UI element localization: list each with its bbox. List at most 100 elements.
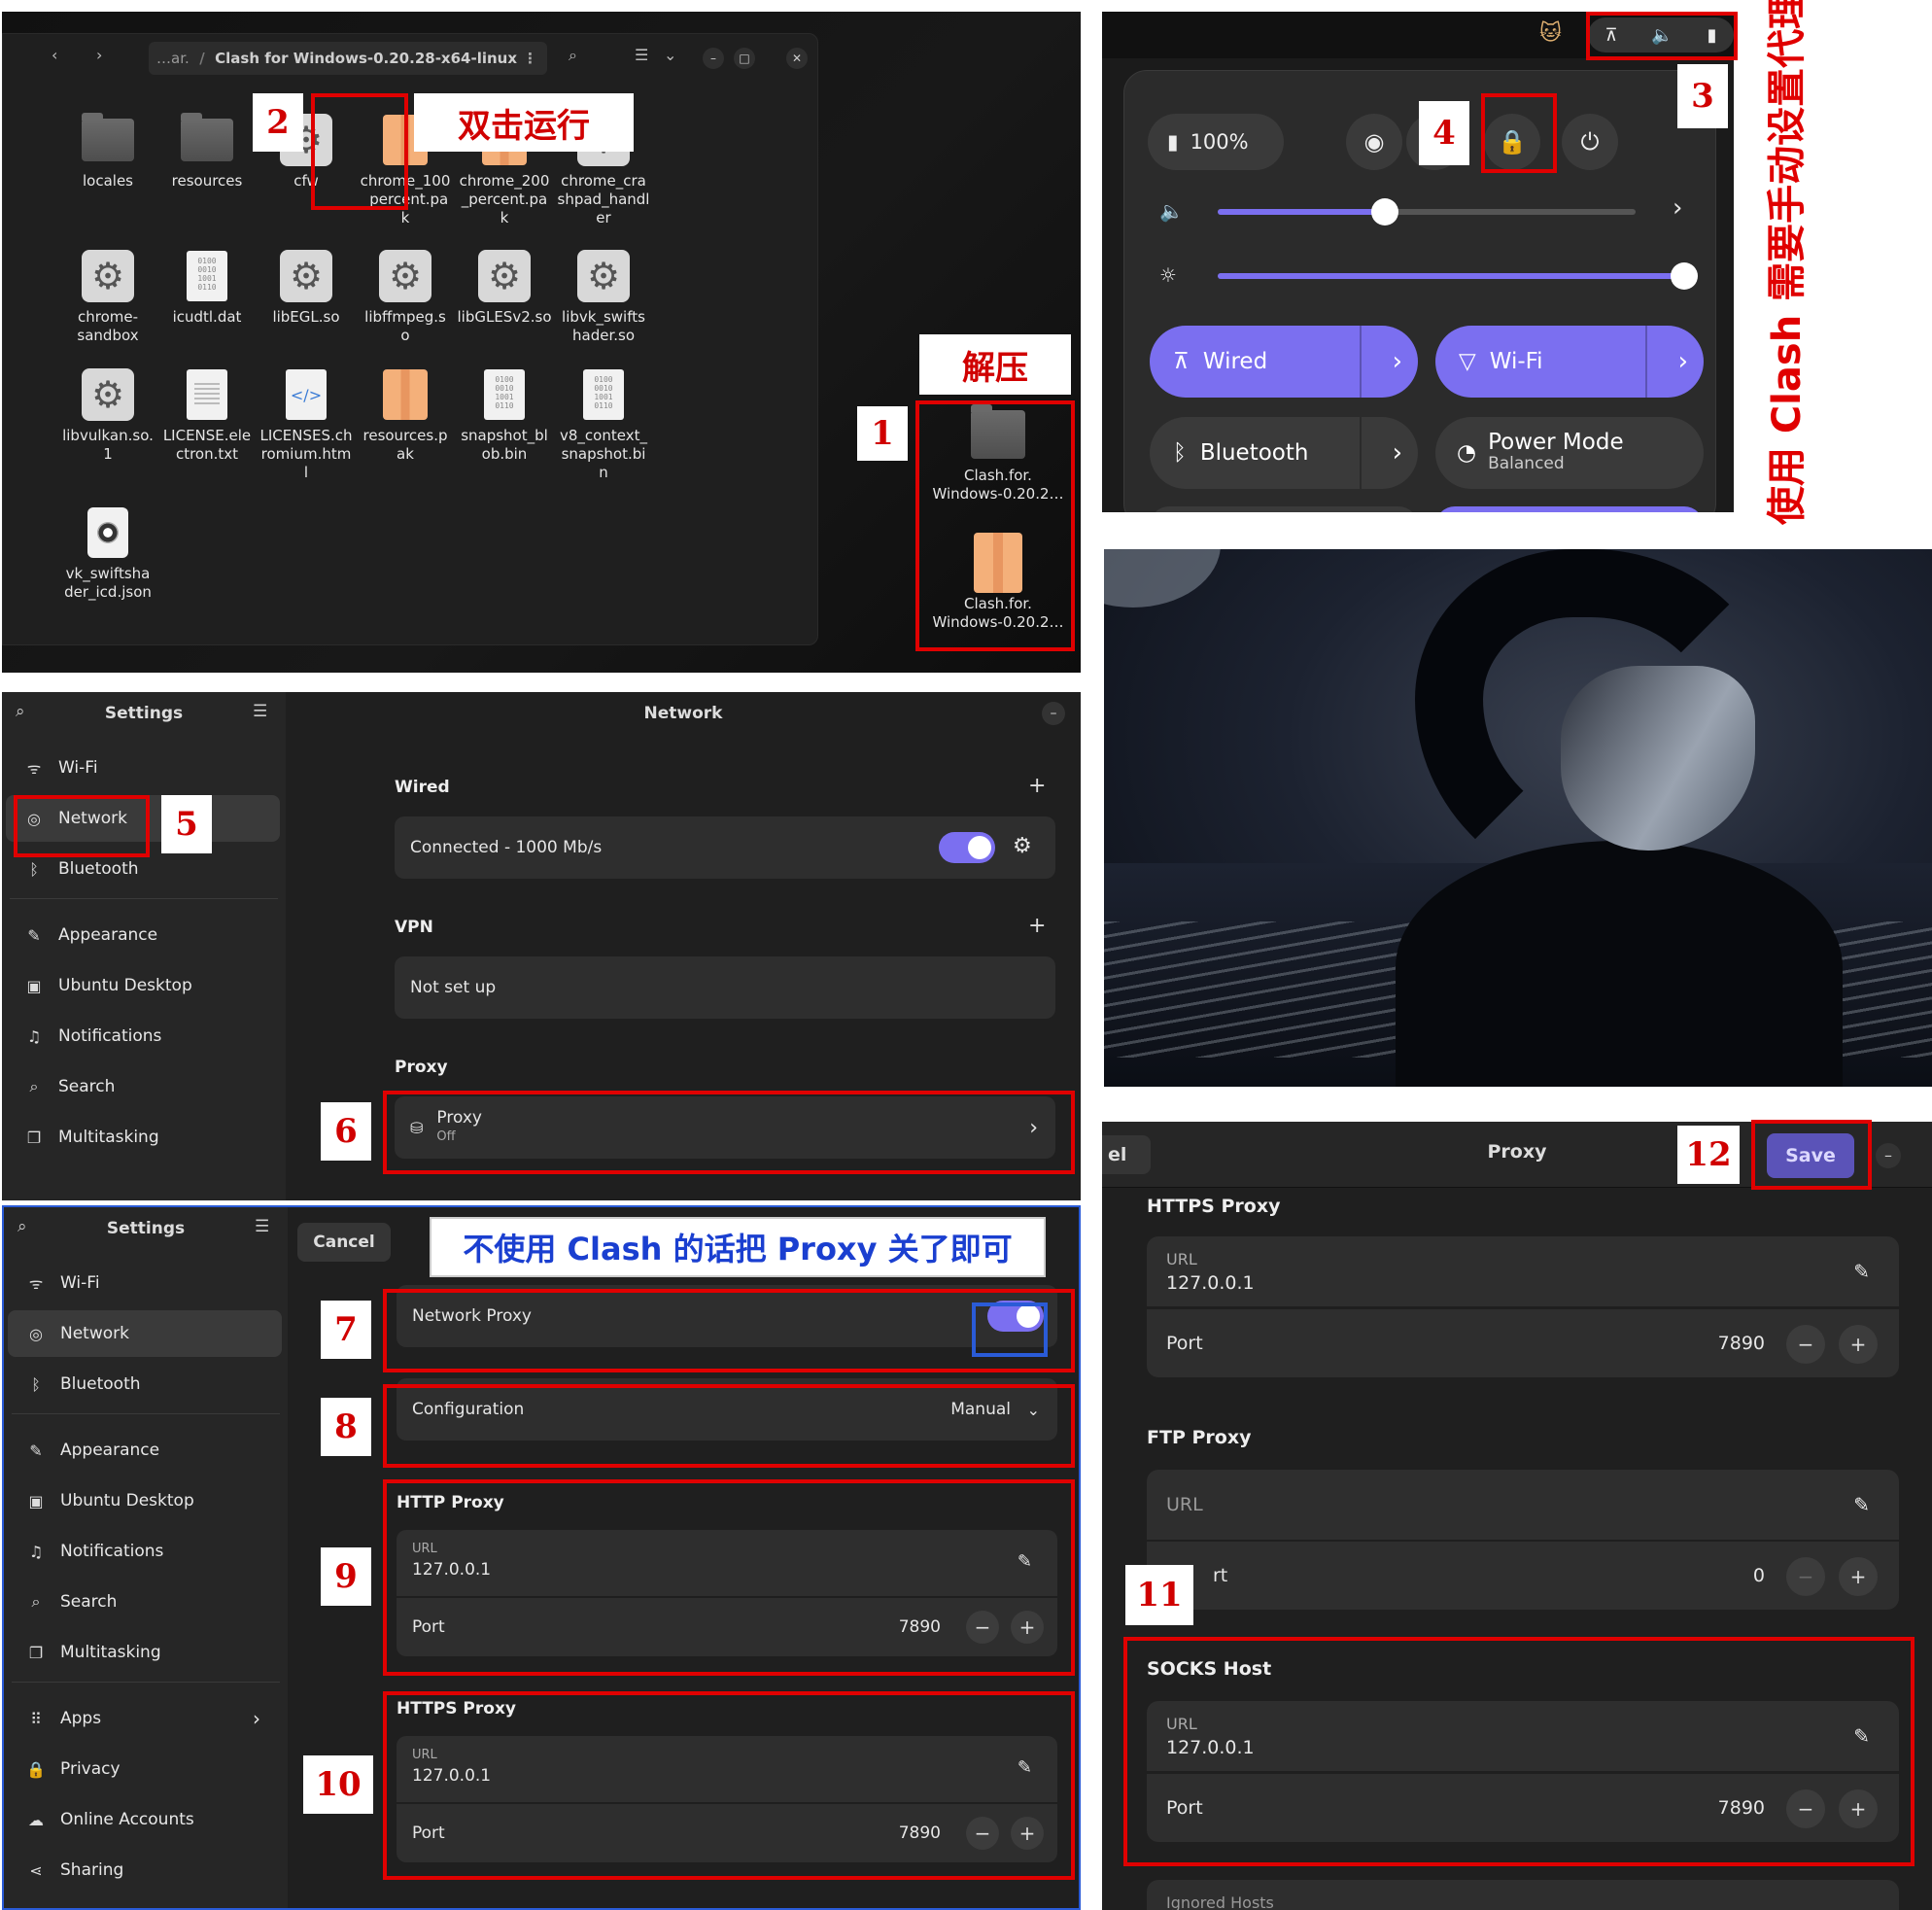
sidebar-item-bluetooth[interactable]: ᛒ Bluetooth xyxy=(8,1361,282,1407)
list-view-icon[interactable]: ☰ xyxy=(635,46,648,64)
add-vpn-icon[interactable]: + xyxy=(1028,914,1046,938)
brightness-slider-knob[interactable] xyxy=(1671,262,1698,290)
hamburger-menu-icon[interactable]: ☰ xyxy=(255,1217,269,1236)
sidebar-item-online-accounts[interactable]: ☁ Online Accounts xyxy=(8,1796,282,1843)
appearance-icon: ✎ xyxy=(27,925,41,945)
ftp-port-value[interactable]: 0 xyxy=(1753,1565,1765,1586)
sidebar-item-ubuntu-desktop[interactable]: ▣ Ubuntu Desktop xyxy=(6,962,280,1009)
https-port-increment-button[interactable]: + xyxy=(1839,1325,1878,1364)
wired-connection-row[interactable]: Connected - 1000 Mb/s ⚙ xyxy=(395,816,1055,879)
highlight-https-proxy xyxy=(383,1691,1075,1880)
json-icon xyxy=(81,506,135,559)
sidebar-item-search[interactable]: ⌕ Search xyxy=(6,1063,280,1110)
wired-tile[interactable]: ⊼ Wired › xyxy=(1150,326,1418,398)
ftp-url-row[interactable]: URL ✎ xyxy=(1147,1470,1899,1540)
search-icon[interactable]: ⌕ xyxy=(569,46,577,65)
sidebar-item-label: Notifications xyxy=(60,1542,164,1561)
cancel-button[interactable]: Cancel xyxy=(297,1223,391,1262)
ignored-hosts-row[interactable]: Ignored Hosts xyxy=(1147,1880,1899,1910)
brightness-slider[interactable] xyxy=(1218,262,1698,290)
settings-sidebar: Settings ⌕ ☰ ᯤ Wi-Fi ◎ Network ᛒ Bluetooth ✎ Ap… xyxy=(4,1207,288,1908)
sidebar-item-notifications[interactable]: ♫ Notifications xyxy=(6,1013,280,1059)
file-item[interactable]: ⚙ libvk_swifts hader.so xyxy=(545,250,662,345)
sidebar-divider xyxy=(10,898,278,899)
sidebar-item-privacy[interactable]: 🔒 Privacy xyxy=(8,1746,282,1792)
wifi-expand-chevron-icon[interactable]: › xyxy=(1678,347,1688,376)
https-url-row[interactable]: URL 127.0.0.1 ✎ xyxy=(1147,1236,1899,1306)
wifi-tile[interactable]: ▽ Wi-Fi › xyxy=(1435,326,1704,398)
search-icon[interactable]: ⌕ xyxy=(16,702,25,721)
highlight-cfw xyxy=(311,93,408,210)
power-mode-tile[interactable]: ◔ Power Mode Balanced xyxy=(1435,417,1704,489)
close-icon[interactable]: ✕ xyxy=(786,48,808,69)
bluetooth-expand-chevron-icon[interactable]: › xyxy=(1393,438,1402,468)
search-icon[interactable]: ⌕ xyxy=(17,1217,27,1236)
bluetooth-tile[interactable]: ᛒ Bluetooth › xyxy=(1150,417,1418,489)
bluetooth-icon: ᛒ xyxy=(31,1374,41,1394)
file-item[interactable]: vk_swiftsha der_icd.json xyxy=(50,506,166,602)
back-icon[interactable]: ‹ xyxy=(52,46,57,64)
https-port-value[interactable]: 7890 xyxy=(1718,1333,1765,1354)
view-options-chevron-icon[interactable]: ⌄ xyxy=(664,46,676,64)
sidebar-item-ubuntu-desktop[interactable]: ▣ Ubuntu Desktop xyxy=(8,1477,282,1524)
maximize-icon[interactable]: □ xyxy=(734,48,755,69)
screenshot-button[interactable]: ◉ xyxy=(1346,114,1402,170)
wired-status: Connected - 1000 Mb/s xyxy=(410,838,603,857)
hamburger-menu-icon[interactable]: ☰ xyxy=(253,702,267,721)
edit-pencil-icon[interactable]: ✎ xyxy=(1853,1260,1870,1283)
sidebar-item-search[interactable]: ⌕ Search xyxy=(8,1579,282,1625)
https-port-decrement-button[interactable]: − xyxy=(1786,1325,1825,1364)
sidebar-item-notifications[interactable]: ♫ Notifications xyxy=(8,1528,282,1575)
volume-slider-knob[interactable] xyxy=(1371,198,1398,226)
sidebar-item-multitasking[interactable]: ❐ Multitasking xyxy=(8,1629,282,1676)
sidebar-item-multitasking[interactable]: ❐ Multitasking xyxy=(6,1114,280,1161)
edit-pencil-icon[interactable]: ✎ xyxy=(1853,1493,1870,1516)
highlight-archive xyxy=(915,400,1075,651)
add-wired-icon[interactable]: + xyxy=(1028,774,1046,798)
path-menu-icon[interactable]: ⋮ xyxy=(523,50,537,67)
ftp-port-increment-button[interactable]: + xyxy=(1839,1557,1878,1596)
step-3-badge: 3 xyxy=(1677,64,1728,128)
sidebar-item-label: Search xyxy=(60,1592,118,1612)
highlight-socks-host xyxy=(1123,1637,1915,1866)
sidebar-item-sharing[interactable]: ⋖ Sharing xyxy=(8,1847,282,1893)
file-manager-window: ‹ › …ar. / Clash for Windows-0.20.28-x64… xyxy=(2,33,818,645)
minimize-icon[interactable]: – xyxy=(1876,1143,1901,1168)
highlight-proxy-toggle xyxy=(972,1302,1048,1357)
volume-slider[interactable] xyxy=(1218,198,1636,226)
sidebar-item-wi-fi[interactable]: ᯤ Wi-Fi xyxy=(6,745,280,791)
text-icon xyxy=(180,368,234,421)
wired-expand-chevron-icon[interactable]: › xyxy=(1393,347,1402,376)
ftp-url-placeholder[interactable]: URL xyxy=(1166,1494,1203,1515)
minimize-icon[interactable]: – xyxy=(703,48,724,69)
path-current[interactable]: Clash for Windows-0.20.28-x64-linux xyxy=(215,50,517,67)
lock-icon: 🔒 xyxy=(26,1759,46,1779)
step-8-badge: 8 xyxy=(321,1398,371,1456)
binary-icon: 0100 0010 1001 0110 xyxy=(576,368,631,421)
sidebar-item-appearance[interactable]: ✎ Appearance xyxy=(6,912,280,958)
sidebar-item-network[interactable]: ◎ Network xyxy=(8,1310,282,1357)
highlight-save-button xyxy=(1751,1120,1872,1190)
cat-tray-icon[interactable]: 🐱 xyxy=(1539,21,1562,46)
step-12-badge: 12 xyxy=(1677,1126,1740,1184)
step-4-badge: 4 xyxy=(1419,101,1469,165)
forward-icon[interactable]: › xyxy=(96,46,102,64)
file-item[interactable]: 0100 0010 1001 0110 v8_context_ snapshot.… xyxy=(545,368,662,482)
sidebar-item-appearance[interactable]: ✎ Appearance xyxy=(8,1427,282,1474)
disable-proxy-note: 不使用 Clash 的话把 Proxy 关了即可 xyxy=(430,1217,1046,1277)
sidebar-item-wi-fi[interactable]: ᯤ Wi-Fi xyxy=(8,1260,282,1306)
power-button[interactable]: ⏻ xyxy=(1562,114,1618,170)
sidebar-item-apps[interactable]: ⠿ Apps › xyxy=(8,1695,282,1742)
battery-pill[interactable]: ▮ 100% xyxy=(1148,114,1284,170)
sidebar-title: Settings xyxy=(106,1219,186,1238)
path-bar[interactable]: …ar. / Clash for Windows-0.20.28-x64-lin… xyxy=(149,42,547,75)
proxy-section-header: Proxy xyxy=(395,1058,448,1077)
minimize-icon[interactable]: – xyxy=(1042,702,1065,725)
gear-icon[interactable]: ⚙ xyxy=(1013,834,1032,858)
volume-expand-chevron-icon[interactable]: › xyxy=(1673,193,1682,223)
https-url-value[interactable]: 127.0.0.1 xyxy=(1166,1272,1899,1294)
path-prefix[interactable]: …ar. xyxy=(156,50,190,67)
partial-tile xyxy=(1150,506,1418,512)
ftp-port-decrement-button[interactable]: − xyxy=(1786,1557,1825,1596)
wired-toggle[interactable] xyxy=(939,832,995,863)
